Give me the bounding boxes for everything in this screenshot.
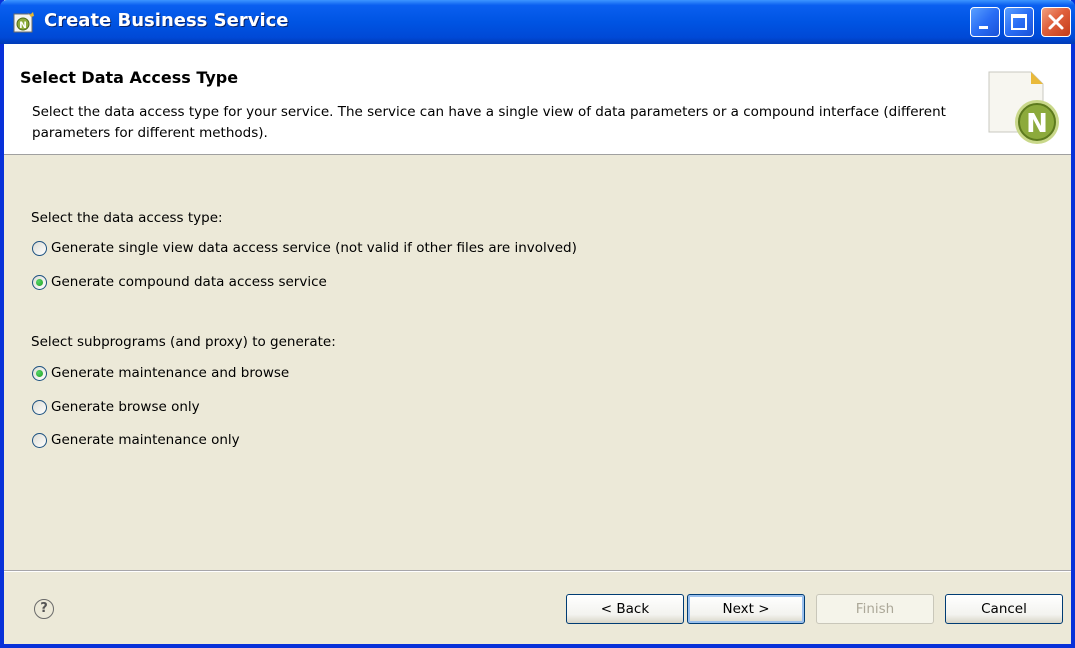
radio-maintenance-browse-circle[interactable]	[32, 365, 47, 381]
radio-maintenance-only-circle[interactable]	[32, 432, 47, 448]
minimize-icon	[979, 26, 988, 29]
close-icon	[1048, 14, 1064, 30]
title-bar[interactable]: N Create Business Service	[0, 0, 1075, 44]
access-type-label: Select the data access type:	[31, 210, 223, 226]
radio-maintenance-browse-label: Generate maintenance and browse	[51, 365, 290, 381]
maximize-icon	[1011, 14, 1027, 30]
radio-compound[interactable]: Generate compound data access service	[32, 271, 327, 293]
page-description: Select the data access type for your ser…	[32, 104, 946, 141]
radio-maintenance-only-label: Generate maintenance only	[51, 432, 240, 448]
radio-compound-circle[interactable]	[32, 274, 47, 290]
cancel-button[interactable]: Cancel	[945, 594, 1063, 624]
maximize-button[interactable]	[1004, 7, 1034, 37]
radio-single-view-circle[interactable]	[32, 240, 47, 256]
radio-browse-only[interactable]: Generate browse only	[32, 396, 200, 418]
logo-letter: N	[1026, 109, 1048, 139]
minimize-button[interactable]	[970, 7, 1000, 37]
subprograms-label: Select subprograms (and proxy) to genera…	[31, 334, 336, 350]
back-button[interactable]: < Back	[566, 594, 684, 624]
natural-logo-icon: N	[988, 71, 1059, 144]
radio-browse-only-circle[interactable]	[32, 399, 47, 415]
close-button[interactable]	[1041, 7, 1071, 37]
radio-single-view-label: Generate single view data access service…	[51, 240, 577, 256]
radio-single-view[interactable]: Generate single view data access service…	[32, 237, 577, 259]
radio-browse-only-label: Generate browse only	[51, 399, 200, 415]
finish-button[interactable]: Finish	[816, 594, 934, 624]
help-icon[interactable]: ?	[34, 599, 54, 619]
svg-text:N: N	[19, 21, 27, 31]
footer-divider	[4, 570, 1071, 572]
radio-maintenance-browse[interactable]: Generate maintenance and browse	[32, 362, 289, 384]
radio-compound-label: Generate compound data access service	[51, 274, 327, 290]
radio-maintenance-only[interactable]: Generate maintenance only	[32, 429, 240, 451]
wizard-content: Select the data access type: Generate si…	[4, 155, 1071, 570]
wizard-header: Select Data Access Type Select the data …	[4, 44, 1071, 155]
app-icon: N	[13, 12, 34, 33]
window-title: Create Business Service	[44, 10, 289, 31]
next-button[interactable]: Next >	[687, 594, 805, 624]
page-title: Select Data Access Type	[20, 68, 239, 87]
